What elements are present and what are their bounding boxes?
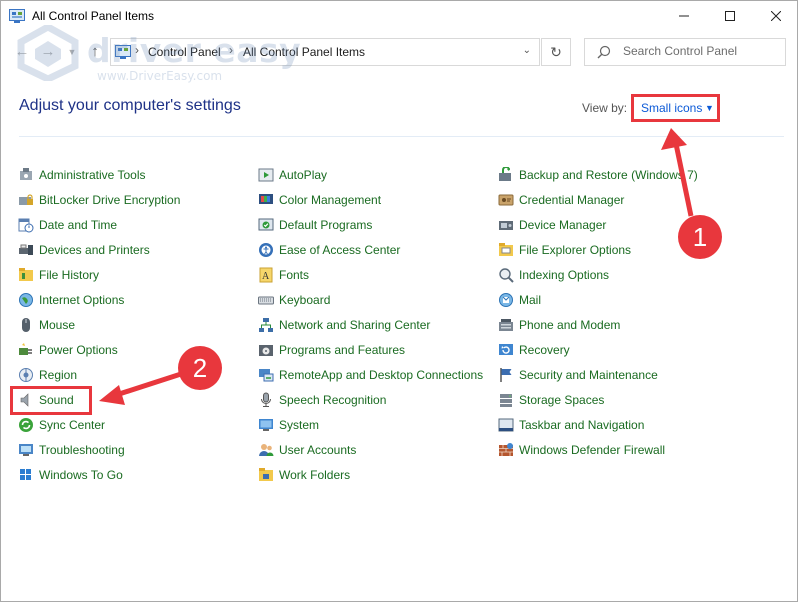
- annotation-arrowhead-2: [99, 385, 125, 405]
- annotation-step-1: 1: [678, 215, 722, 259]
- annotation-arrow-2: [112, 371, 182, 399]
- control-panel-window: All Control Panel Items ← → ▼ ↑ › Contro…: [0, 0, 798, 602]
- annotation-arrows: [99, 128, 694, 405]
- annotation-arrowhead-1: [661, 128, 687, 150]
- annotation-arrow-1: [672, 138, 694, 217]
- annotation-step-2: 2: [178, 346, 222, 390]
